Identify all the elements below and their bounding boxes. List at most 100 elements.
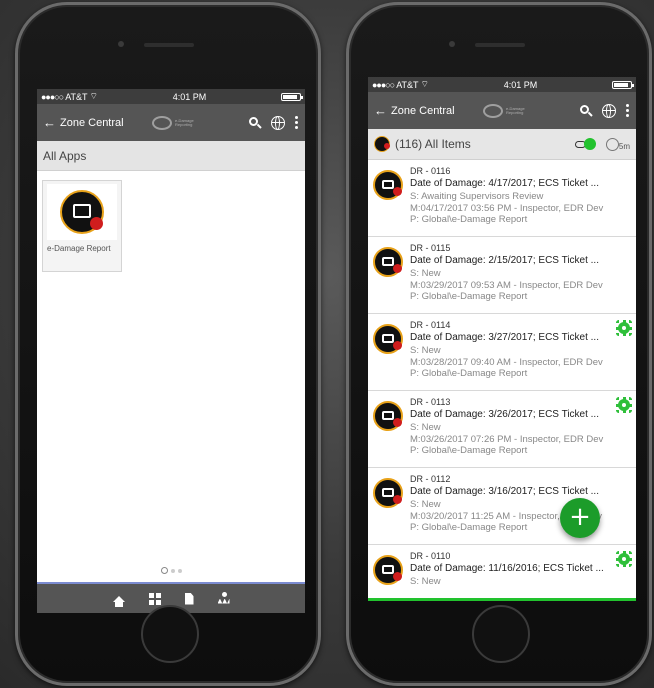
back-label: Zone Central (391, 104, 455, 117)
signal-icon: ●●●○○ (41, 91, 64, 102)
earpiece (144, 43, 194, 47)
excavator-app-icon (373, 324, 403, 354)
alert-badge-icon (384, 143, 390, 149)
home-hardware-button[interactable] (472, 605, 530, 663)
gear-icon[interactable] (616, 320, 632, 336)
status-bar: ●●●○○ AT&T ⌔ 4:01 PM (368, 77, 636, 92)
list-item[interactable]: DR - 0115 Date of Damage: 2/15/2017; ECS … (368, 237, 636, 314)
record-path: P: Global\e-Damage Report (410, 291, 528, 302)
alert-badge-icon (393, 418, 402, 427)
clock: 4:01 PM (172, 91, 207, 102)
more-menu-icon[interactable] (626, 104, 630, 117)
alert-badge-icon (393, 572, 402, 581)
record-id: DR - 0116 (410, 166, 451, 176)
back-arrow-icon: ← (43, 115, 56, 130)
front-camera (118, 41, 124, 47)
back-label: Zone Central (60, 116, 124, 129)
record-title: Date of Damage: 3/26/2017; ECS Ticket ..… (410, 409, 599, 420)
record-title: Date of Damage: 3/16/2017; ECS Ticket ..… (410, 486, 599, 497)
record-status: S: New (410, 268, 441, 279)
record-path: P: Global\e-Damage Report (410, 214, 528, 225)
record-modified: M:03/26/2017 07:26 PM - Inspector, EDR D… (410, 433, 604, 445)
signal-icon: ●●●○○ (372, 79, 395, 90)
record-id: DR - 0114 (410, 320, 451, 330)
list-header: (116) All Items 5m (368, 129, 636, 160)
logo-ring-icon (152, 116, 172, 130)
excavator-app-icon (373, 170, 403, 200)
record-modified: M:03/29/2017 09:53 AM - Inspector, EDR D… (410, 279, 603, 291)
globe-icon[interactable] (271, 115, 285, 130)
alert-badge-icon (90, 217, 103, 230)
record-id: DR - 0110 (410, 551, 451, 561)
brand-logo: e-Damage Reporting (483, 100, 529, 122)
record-title: Date of Damage: 3/27/2017; ECS Ticket ..… (410, 332, 599, 343)
excavator-app-icon (373, 478, 403, 508)
home-hardware-button[interactable] (141, 605, 199, 663)
record-id: DR - 0115 (410, 243, 451, 253)
carrier-label: AT&T (65, 91, 88, 102)
record-status: S: New (410, 345, 441, 356)
carrier-label: AT&T (396, 79, 419, 90)
search-icon[interactable] (249, 116, 262, 129)
right-screen: ●●●○○ AT&T ⌔ 4:01 PM ← Zone Central e-Da… (368, 77, 636, 601)
sync-status-icon[interactable] (574, 138, 596, 150)
gear-icon[interactable] (616, 551, 632, 567)
clock-refresh-icon (605, 137, 619, 151)
excavator-app-icon (374, 136, 390, 152)
back-arrow-icon: ← (374, 103, 387, 118)
refresh-interval: 5m (618, 141, 630, 151)
record-id: DR - 0113 (410, 397, 451, 407)
record-status: S: Awaiting Supervisors Review (410, 191, 544, 202)
list-item[interactable]: DR - 0116 Date of Damage: 4/17/2017; ECS … (368, 160, 636, 237)
brand-logo: e-Damage Reporting (152, 112, 198, 134)
record-list: DR - 0116 Date of Damage: 4/17/2017; ECS … (368, 160, 636, 601)
apps-grid-icon[interactable] (148, 592, 161, 605)
record-title: Date of Damage: 2/15/2017; ECS Ticket ..… (410, 255, 599, 266)
list-item[interactable]: DR - 0114 Date of Damage: 3/27/2017; ECS … (368, 314, 636, 391)
battery-icon (612, 80, 634, 89)
clock: 4:01 PM (503, 79, 538, 90)
globe-icon[interactable] (602, 103, 616, 118)
left-screen: ●●●○○ AT&T ⌔ 4:01 PM ← Zone Central e-Da… (37, 89, 305, 613)
wifi-icon: ⌔ (420, 79, 429, 89)
list-item[interactable]: DR - 0110 Date of Damage: 11/16/2016; ECS… (368, 545, 636, 601)
earpiece (475, 43, 525, 47)
right-phone: ●●●○○ AT&T ⌔ 4:01 PM ← Zone Central e-Da… (346, 2, 652, 686)
alert-badge-icon (393, 495, 402, 504)
wifi-icon: ⌔ (89, 91, 98, 101)
section-title: All Apps (37, 141, 305, 171)
app-tile-e-damage[interactable]: e-Damage Report (42, 180, 122, 272)
front-camera (449, 41, 455, 47)
record-id: DR - 0112 (410, 474, 451, 484)
add-record-button[interactable]: + (560, 498, 600, 538)
back-button[interactable]: ← Zone Central (43, 115, 124, 130)
map-icon[interactable] (218, 591, 230, 604)
more-menu-icon[interactable] (295, 116, 299, 129)
search-icon[interactable] (580, 104, 593, 117)
excavator-app-icon (60, 190, 104, 234)
excavator-app-icon (373, 555, 403, 585)
record-title: Date of Damage: 4/17/2017; ECS Ticket ..… (410, 178, 599, 189)
excavator-app-icon (373, 247, 403, 277)
status-bar: ●●●○○ AT&T ⌔ 4:01 PM (37, 89, 305, 104)
record-status: S: New (410, 422, 441, 433)
record-path: P: Global\e-Damage Report (410, 445, 528, 456)
record-path: P: Global\e-Damage Report (410, 368, 528, 379)
record-modified: M:03/28/2017 09:40 AM - Inspector, EDR D… (410, 356, 603, 368)
refresh-timer[interactable]: 5m (605, 137, 630, 151)
alert-badge-icon (393, 341, 402, 350)
document-icon[interactable] (184, 592, 194, 605)
page-indicator[interactable] (37, 567, 305, 574)
list-count[interactable]: (116) All Items (395, 137, 471, 151)
record-status: S: New (410, 576, 441, 587)
battery-icon (281, 92, 303, 101)
gear-icon[interactable] (616, 397, 632, 413)
left-phone: ●●●○○ AT&T ⌔ 4:01 PM ← Zone Central e-Da… (15, 2, 321, 686)
app-bar: ← Zone Central e-Damage Reporting (368, 92, 636, 129)
list-item[interactable]: DR - 0113 Date of Damage: 3/26/2017; ECS … (368, 391, 636, 468)
home-icon[interactable] (112, 595, 125, 607)
bottom-accent-bar (368, 598, 636, 601)
app-tile-label: e-Damage Report (47, 244, 111, 253)
app-bar: ← Zone Central e-Damage Reporting (37, 104, 305, 141)
back-button[interactable]: ← Zone Central (374, 103, 455, 118)
